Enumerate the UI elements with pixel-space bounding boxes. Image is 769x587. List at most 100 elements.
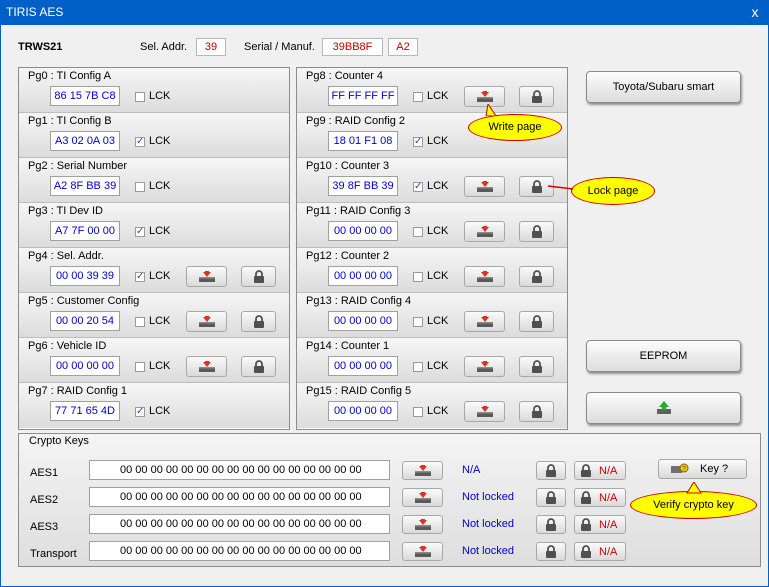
lock-checkbox[interactable]: ✓ [135, 227, 145, 237]
crypto-key-field[interactable]: 00 00 00 00 00 00 00 00 00 00 00 00 00 0… [89, 541, 390, 561]
page-value-field[interactable]: 86 15 7B C8 [50, 86, 120, 106]
lock-page-button[interactable] [519, 221, 554, 242]
page-value-field[interactable]: 00 00 00 00 [50, 356, 120, 376]
write-page-button[interactable] [464, 311, 505, 332]
crypto-key-field[interactable]: 00 00 00 00 00 00 00 00 00 00 00 00 00 0… [89, 460, 390, 480]
crypto-key-field[interactable]: 00 00 00 00 00 00 00 00 00 00 00 00 00 0… [89, 514, 390, 534]
lock-checkbox[interactable] [135, 182, 145, 192]
lock-checkbox-label: LCK [149, 180, 171, 192]
lock-checkbox[interactable] [413, 407, 423, 417]
lock-key-button[interactable] [536, 515, 566, 534]
page-value-field[interactable]: FF FF FF FF [328, 86, 398, 106]
write-page-button[interactable] [464, 266, 505, 287]
padlock-icon [546, 463, 556, 477]
padlock-icon [531, 179, 542, 193]
lock-key-na-button[interactable]: N/A [574, 488, 626, 507]
crypto-key-field[interactable]: 00 00 00 00 00 00 00 00 00 00 00 00 00 0… [89, 487, 390, 507]
lock-checkbox[interactable] [413, 362, 423, 372]
lock-checkbox[interactable]: ✓ [413, 137, 423, 147]
page-name: Pg4 : Sel. Addr. [28, 250, 104, 262]
lock-page-button[interactable] [241, 356, 276, 377]
lock-key-button[interactable] [536, 488, 566, 507]
lock-checkbox[interactable] [135, 317, 145, 327]
page-value-field[interactable]: 00 00 20 54 [50, 311, 120, 331]
lock-checkbox[interactable] [135, 362, 145, 372]
crypto-key-row: AES3 00 00 00 00 00 00 00 00 00 00 00 00 … [19, 514, 762, 538]
write-page-button[interactable] [186, 266, 227, 287]
lock-page-button[interactable] [241, 311, 276, 332]
lock-checkbox[interactable] [413, 272, 423, 282]
chip-write-icon [476, 405, 493, 417]
write-key-button[interactable] [402, 542, 443, 561]
chip-write-icon [476, 315, 493, 327]
lock-key-button[interactable] [536, 461, 566, 480]
lock-checkbox-label: LCK [149, 90, 171, 102]
lock-page-button[interactable] [519, 266, 554, 287]
key-lock-status: Not locked [462, 491, 514, 503]
lock-checkbox[interactable] [413, 92, 423, 102]
lock-checkbox-label: LCK [427, 315, 449, 327]
write-page-button[interactable] [464, 176, 505, 197]
page-value-field[interactable]: 39 8F BB 39 [328, 176, 398, 196]
key-icon: ? [671, 463, 689, 473]
page-value-field[interactable]: 77 71 65 4D [50, 401, 120, 421]
crypto-keys-title: Crypto Keys [29, 435, 89, 447]
padlock-icon [581, 464, 591, 477]
lock-checkbox[interactable] [413, 317, 423, 327]
lock-page-button[interactable] [519, 86, 554, 107]
lock-checkbox[interactable] [413, 227, 423, 237]
lock-key-na-button[interactable]: N/A [574, 515, 626, 534]
page-name: Pg11 : RAID Config 3 [306, 205, 411, 217]
lock-page-button[interactable] [519, 311, 554, 332]
page-value-field[interactable]: 00 00 00 00 [328, 221, 398, 241]
write-page-button[interactable] [464, 356, 505, 377]
lock-key-na-button[interactable]: N/A [574, 461, 626, 480]
lock-page-button[interactable] [519, 401, 554, 422]
lock-page-callout-text: Lock page [587, 185, 639, 197]
page-value-field[interactable]: 00 00 00 00 [328, 401, 398, 421]
page-row: Pg11 : RAID Config 3 00 00 00 00 LCK [297, 203, 567, 248]
write-key-button[interactable] [402, 515, 443, 534]
page-name: Pg8 : Counter 4 [306, 70, 384, 82]
page-name: Pg13 : RAID Config 4 [306, 295, 412, 307]
page-name: Pg0 : TI Config A [28, 70, 111, 82]
padlock-icon [581, 518, 591, 531]
write-page-callout-text: Write page [488, 121, 542, 133]
crypto-key-name: Transport [30, 548, 77, 560]
chip-write-icon [476, 90, 493, 102]
upload-button[interactable] [586, 392, 741, 424]
write-page-button[interactable] [464, 401, 505, 422]
close-icon[interactable]: x [747, 4, 763, 20]
crypto-key-name: AES2 [30, 494, 59, 506]
page-value-field[interactable]: A7 7F 00 00 [50, 221, 120, 241]
toyota-subaru-button[interactable]: Toyota/Subaru smart [586, 71, 741, 103]
write-key-button[interactable] [402, 488, 443, 507]
verify-key-button[interactable]: ? Key ? [658, 459, 747, 479]
write-page-button[interactable] [464, 221, 505, 242]
page-value-field[interactable]: 00 00 00 00 [328, 311, 398, 331]
lock-checkbox[interactable]: ✓ [135, 137, 145, 147]
lock-checkbox[interactable] [135, 92, 145, 102]
page-value-field[interactable]: 00 00 00 00 [328, 266, 398, 286]
device-type: TRWS21 [18, 41, 63, 53]
sel-addr-label: Sel. Addr. [140, 41, 188, 53]
lock-page-button[interactable] [519, 356, 554, 377]
lock-checkbox[interactable]: ✓ [135, 272, 145, 282]
page-name: Pg10 : Counter 3 [306, 160, 390, 172]
lock-checkbox[interactable]: ✓ [413, 182, 423, 192]
lock-page-button[interactable] [241, 266, 276, 287]
chip-write-icon [414, 491, 431, 503]
serial-value: 39BB8F [322, 38, 383, 56]
page-value-field[interactable]: 00 00 00 00 [328, 356, 398, 376]
eeprom-button[interactable]: EEPROM [586, 340, 741, 372]
page-value-field[interactable]: A2 8F BB 39 [50, 176, 120, 196]
page-value-field[interactable]: A3 02 0A 03 [50, 131, 120, 151]
page-value-field[interactable]: 18 01 F1 08 [328, 131, 398, 151]
lock-checkbox[interactable]: ✓ [135, 407, 145, 417]
lock-key-na-button[interactable]: N/A [574, 542, 626, 561]
write-key-button[interactable] [402, 461, 443, 480]
lock-key-button[interactable] [536, 542, 566, 561]
page-value-field[interactable]: 00 00 39 39 [50, 266, 120, 286]
write-page-button[interactable] [186, 356, 227, 377]
write-page-button[interactable] [186, 311, 227, 332]
